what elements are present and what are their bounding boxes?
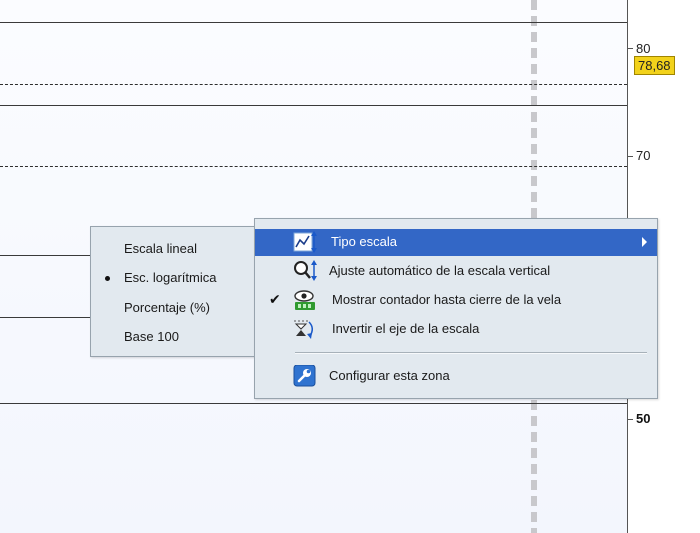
grid-line bbox=[0, 403, 627, 404]
axis-tick bbox=[628, 48, 633, 49]
menu-item-invert-axis[interactable]: Invertir el eje de la escala bbox=[255, 316, 657, 343]
menu-item-configure-zone[interactable]: Configurar esta zona bbox=[255, 363, 657, 390]
menu-item-auto-fit[interactable]: Ajuste automático de la escala vertical bbox=[255, 258, 657, 285]
submenu-item-label: Porcentaje (%) bbox=[124, 300, 210, 315]
submenu-arrow-icon bbox=[642, 237, 647, 247]
grid-line bbox=[0, 22, 627, 23]
checkmark-icon: ✔ bbox=[269, 291, 281, 307]
context-menu: Tipo escala Ajuste automático de la esca… bbox=[254, 218, 658, 399]
submenu-item-label: Base 100 bbox=[124, 329, 179, 344]
axis-tick bbox=[628, 419, 633, 420]
axis-tick-label: 50 bbox=[636, 411, 651, 426]
scale-type-icon bbox=[293, 231, 317, 253]
axis-tick-label: 70 bbox=[636, 148, 651, 163]
axis-tick bbox=[628, 156, 633, 157]
wrench-settings-icon bbox=[293, 364, 317, 387]
selected-bullet-icon bbox=[105, 276, 110, 281]
axis-tick-label: 80 bbox=[636, 41, 651, 56]
submenu-item-linear[interactable]: Escala lineal bbox=[91, 237, 259, 261]
menu-item-show-countdown[interactable]: ✔ Mostrar contador hasta cierre de la ve… bbox=[255, 287, 657, 314]
eye-counter-icon bbox=[293, 289, 317, 311]
grid-line bbox=[0, 255, 92, 256]
submenu-item-percentage[interactable]: Porcentaje (%) bbox=[91, 296, 259, 320]
price-dashed-line bbox=[0, 166, 627, 167]
menu-item-label: Invertir el eje de la escala bbox=[332, 321, 480, 336]
price-dashed-line bbox=[0, 84, 627, 85]
zoom-autofit-icon bbox=[293, 260, 317, 282]
grid-line bbox=[0, 105, 627, 106]
grid-line bbox=[0, 317, 92, 318]
menu-item-label: Tipo escala bbox=[331, 234, 397, 249]
scale-type-submenu: Escala lineal Esc. logarítmica Porcentaj… bbox=[90, 226, 260, 357]
menu-item-label: Configurar esta zona bbox=[329, 368, 450, 383]
submenu-item-logarithmic[interactable]: Esc. logarítmica bbox=[91, 266, 259, 290]
menu-item-scale-type[interactable]: Tipo escala bbox=[255, 229, 657, 256]
menu-separator bbox=[295, 352, 647, 354]
invert-axis-icon bbox=[293, 318, 317, 340]
menu-item-label: Ajuste automático de la escala vertical bbox=[329, 263, 551, 278]
submenu-item-base100[interactable]: Base 100 bbox=[91, 325, 259, 349]
submenu-item-label: Escala lineal bbox=[124, 241, 197, 256]
submenu-item-label: Esc. logarítmica bbox=[124, 270, 217, 285]
current-price-tag: 78,68 bbox=[634, 56, 675, 75]
menu-item-label: Mostrar contador hasta cierre de la vela bbox=[332, 292, 562, 307]
